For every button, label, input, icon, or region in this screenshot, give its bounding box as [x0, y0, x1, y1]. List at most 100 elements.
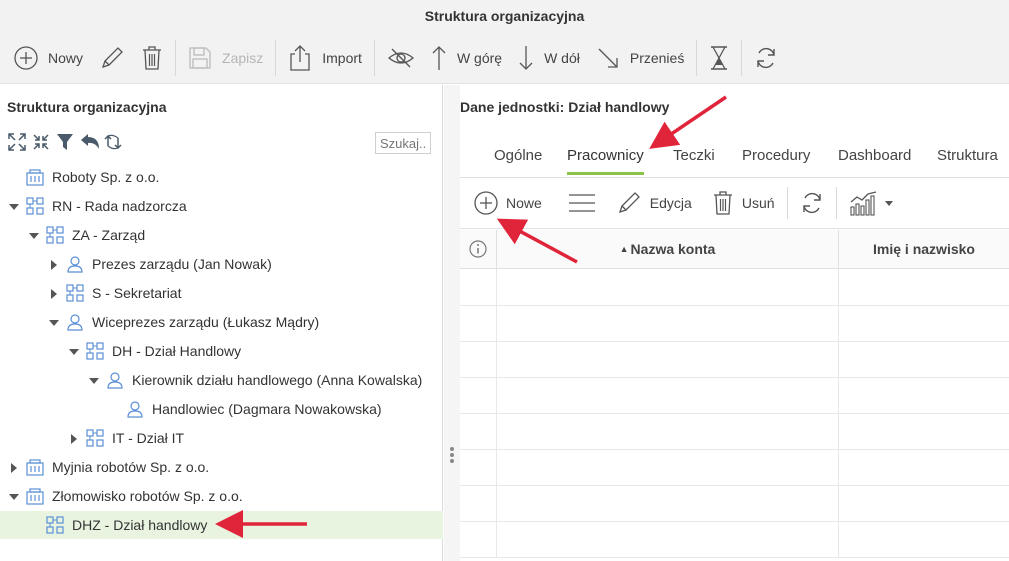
table-cell — [460, 413, 497, 449]
expand-toggle-icon[interactable] — [48, 258, 60, 270]
trash-icon — [143, 45, 162, 70]
collapse-toggle-icon[interactable] — [88, 374, 100, 386]
info-icon — [469, 240, 487, 258]
collapse-toggle-icon[interactable] — [8, 200, 20, 212]
tab-folders[interactable]: Teczki — [673, 147, 715, 172]
tree-node[interactable]: Myjnia robotów Sp. z o.o. — [0, 453, 443, 481]
tree-node[interactable]: Roboty Sp. z o.o. — [0, 163, 443, 191]
save-button-label: Zapisz — [222, 49, 264, 66]
tree-node[interactable]: RN - Rada nadzorcza — [0, 192, 443, 220]
tab-general[interactable]: Ogólne — [494, 147, 542, 172]
history-button[interactable] — [701, 38, 737, 78]
column-header-account-name[interactable]: ▲ Nazwa konta — [497, 230, 839, 268]
edit-button[interactable] — [91, 38, 133, 78]
filter-icon[interactable] — [56, 133, 74, 151]
table-row[interactable] — [460, 521, 1009, 558]
table-row[interactable] — [460, 341, 1009, 378]
tree-node-label: Handlowiec (Dagmara Nowakowska) — [152, 401, 382, 417]
collapse-toggle-icon[interactable] — [68, 345, 80, 357]
tree-search-input[interactable] — [375, 132, 431, 154]
table-row[interactable] — [460, 485, 1009, 522]
table-cell — [497, 269, 839, 305]
tree-node[interactable]: ZA - Zarząd — [0, 221, 443, 249]
tree-node[interactable]: Prezes zarządu (Jan Nowak) — [0, 250, 443, 278]
plus-circle-icon — [474, 190, 498, 215]
tab-structure[interactable]: Struktura — [937, 147, 998, 172]
tree-node[interactable]: Wiceprezes zarządu (Łukasz Mądry) — [0, 308, 443, 336]
delete-employee-label: Usuń — [741, 194, 775, 211]
table-row[interactable] — [460, 269, 1009, 306]
table-row[interactable] — [460, 377, 1009, 414]
panel-splitter[interactable] — [444, 85, 460, 561]
table-cell — [460, 485, 497, 521]
toolbar-separator — [275, 39, 277, 76]
toolbar-separator — [741, 39, 743, 76]
move-up-button[interactable]: W górę — [423, 38, 510, 78]
move-button[interactable]: Przenieś — [588, 38, 692, 78]
org-unit-icon — [46, 516, 64, 534]
org-unit-icon — [86, 342, 104, 360]
chart-dropdown-button[interactable] — [843, 183, 901, 223]
tree-node[interactable]: Złomowisko robotów Sp. z o.o. — [0, 482, 443, 510]
edit-employee-button[interactable]: Edycja — [610, 183, 698, 223]
tree-node[interactable]: IT - Dział IT — [0, 424, 443, 452]
pencil-icon — [618, 191, 640, 213]
tree-node[interactable]: DH - Dział Handlowy — [0, 337, 443, 365]
sync-icon[interactable] — [104, 133, 122, 151]
expand-all-icon[interactable] — [8, 133, 26, 151]
import-button[interactable]: Import — [280, 38, 370, 78]
table-row[interactable] — [460, 305, 1009, 342]
delete-employee-button[interactable]: Usuń — [706, 183, 781, 223]
new-button[interactable]: Nowy — [6, 38, 91, 78]
person-icon — [66, 255, 84, 273]
new-employee-button[interactable]: Nowe — [468, 183, 548, 223]
move-up-button-label: W górę — [456, 49, 503, 66]
collapse-toggle-icon[interactable] — [28, 229, 40, 241]
collapse-toggle-icon[interactable] — [48, 316, 60, 328]
collapse-toggle-icon[interactable] — [8, 490, 20, 502]
tree-node-label: IT - Dział IT — [112, 430, 185, 446]
table-cell — [497, 485, 839, 521]
tab-procedures[interactable]: Procedury — [742, 147, 810, 172]
expand-toggle-icon[interactable] — [8, 461, 20, 473]
table-row[interactable] — [460, 449, 1009, 486]
toolbar-separator — [373, 39, 375, 76]
tree-node[interactable]: S - Sekretariat — [0, 279, 443, 307]
tab-employees[interactable]: Pracownicy — [567, 147, 644, 175]
expand-toggle-icon[interactable] — [48, 287, 60, 299]
grid-info-header[interactable] — [460, 230, 497, 268]
tab-dashboard[interactable]: Dashboard — [838, 147, 911, 172]
tree-node[interactable]: Kierownik działu handlowego (Anna Kowals… — [0, 366, 443, 394]
tree-node-label: Roboty Sp. z o.o. — [52, 169, 160, 185]
person-icon — [106, 371, 124, 389]
splitter-grip-dot — [450, 447, 454, 451]
unit-title-prefix: Dane jednostki: — [460, 99, 565, 115]
table-cell — [497, 341, 839, 377]
arrow-up-icon — [432, 45, 446, 70]
refresh-button[interactable] — [746, 38, 786, 78]
tree-node-label: ZA - Zarząd — [72, 227, 146, 243]
arrow-down-right-icon — [598, 48, 618, 68]
table-cell — [460, 449, 497, 485]
move-down-button[interactable]: W dół — [510, 38, 588, 78]
toggle-visibility-button[interactable] — [379, 38, 423, 78]
menu-button[interactable] — [562, 183, 602, 223]
chart-icon — [849, 190, 876, 216]
table-row[interactable] — [460, 413, 1009, 450]
collapse-all-icon[interactable] — [32, 133, 50, 151]
edit-employee-label: Edycja — [649, 194, 692, 211]
org-unit-icon — [46, 226, 64, 244]
delete-button[interactable] — [133, 38, 171, 78]
save-button[interactable]: Zapisz — [180, 38, 271, 78]
tree-node[interactable]: Handlowiec (Dagmara Nowakowska) — [0, 395, 443, 423]
table-cell — [497, 413, 839, 449]
column-header-full-name-label: Imię i nazwisko — [873, 241, 975, 257]
expand-toggle-icon[interactable] — [68, 432, 80, 444]
refresh-icon — [802, 192, 821, 213]
refresh-employees-button[interactable] — [794, 183, 830, 223]
column-header-full-name[interactable]: Imię i nazwisko — [839, 230, 1009, 268]
structure-panel: Struktura organizacyjna Roboty Sp. z o.o… — [0, 85, 443, 561]
tree-node[interactable]: DHZ - Dział handlowy — [0, 511, 443, 539]
undo-icon[interactable] — [80, 133, 99, 151]
